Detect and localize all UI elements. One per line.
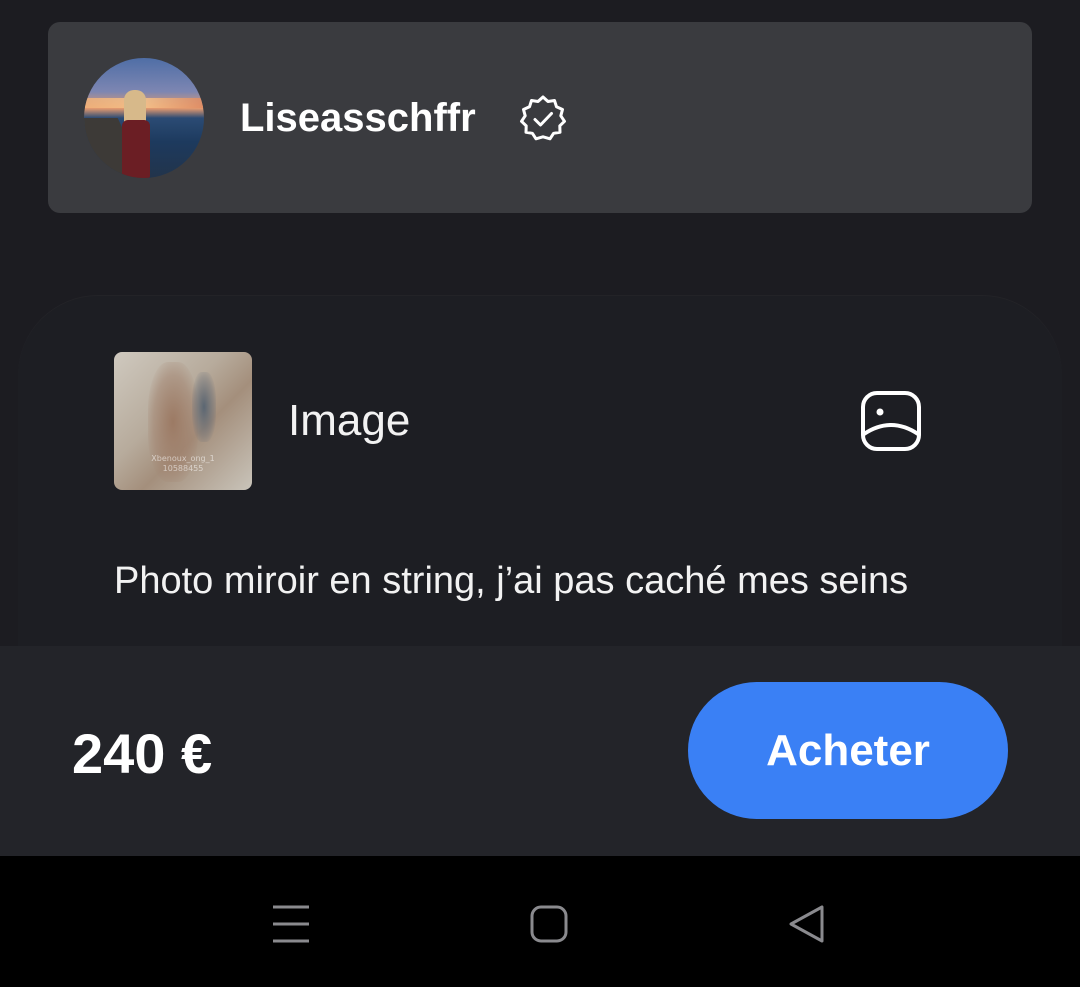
purchase-bar: 240 € Acheter	[0, 646, 1080, 856]
image-icon	[861, 391, 921, 451]
avatar[interactable]	[84, 58, 204, 178]
menu-icon[interactable]	[261, 894, 321, 954]
media-type-label: Image	[288, 396, 411, 445]
verified-badge-icon	[520, 95, 566, 141]
price: 240 €	[72, 722, 213, 785]
thumbnail-watermark-line1: Xbenoux_ong_1	[151, 454, 215, 463]
avatar-figure-dress	[122, 120, 150, 178]
home-icon[interactable]	[519, 894, 579, 954]
system-nav-bar	[0, 856, 1080, 987]
thumbnail-watermark: Xbenoux_ong_1 10588455	[114, 454, 252, 474]
thumbnail-blur-accent	[192, 372, 216, 442]
media-description: Photo miroir en string, j’ai pas caché m…	[114, 560, 909, 602]
screen: Liseasschffr Xbenoux_ong_1 10588455 Imag…	[0, 0, 1080, 987]
creator-name[interactable]: Liseasschffr	[240, 94, 476, 142]
media-thumbnail[interactable]: Xbenoux_ong_1 10588455	[114, 352, 252, 490]
creator-card[interactable]: Liseasschffr	[48, 22, 1032, 213]
thumbnail-watermark-line2: 10588455	[162, 464, 204, 473]
back-icon[interactable]	[777, 894, 837, 954]
buy-button[interactable]: Acheter	[688, 682, 1008, 819]
